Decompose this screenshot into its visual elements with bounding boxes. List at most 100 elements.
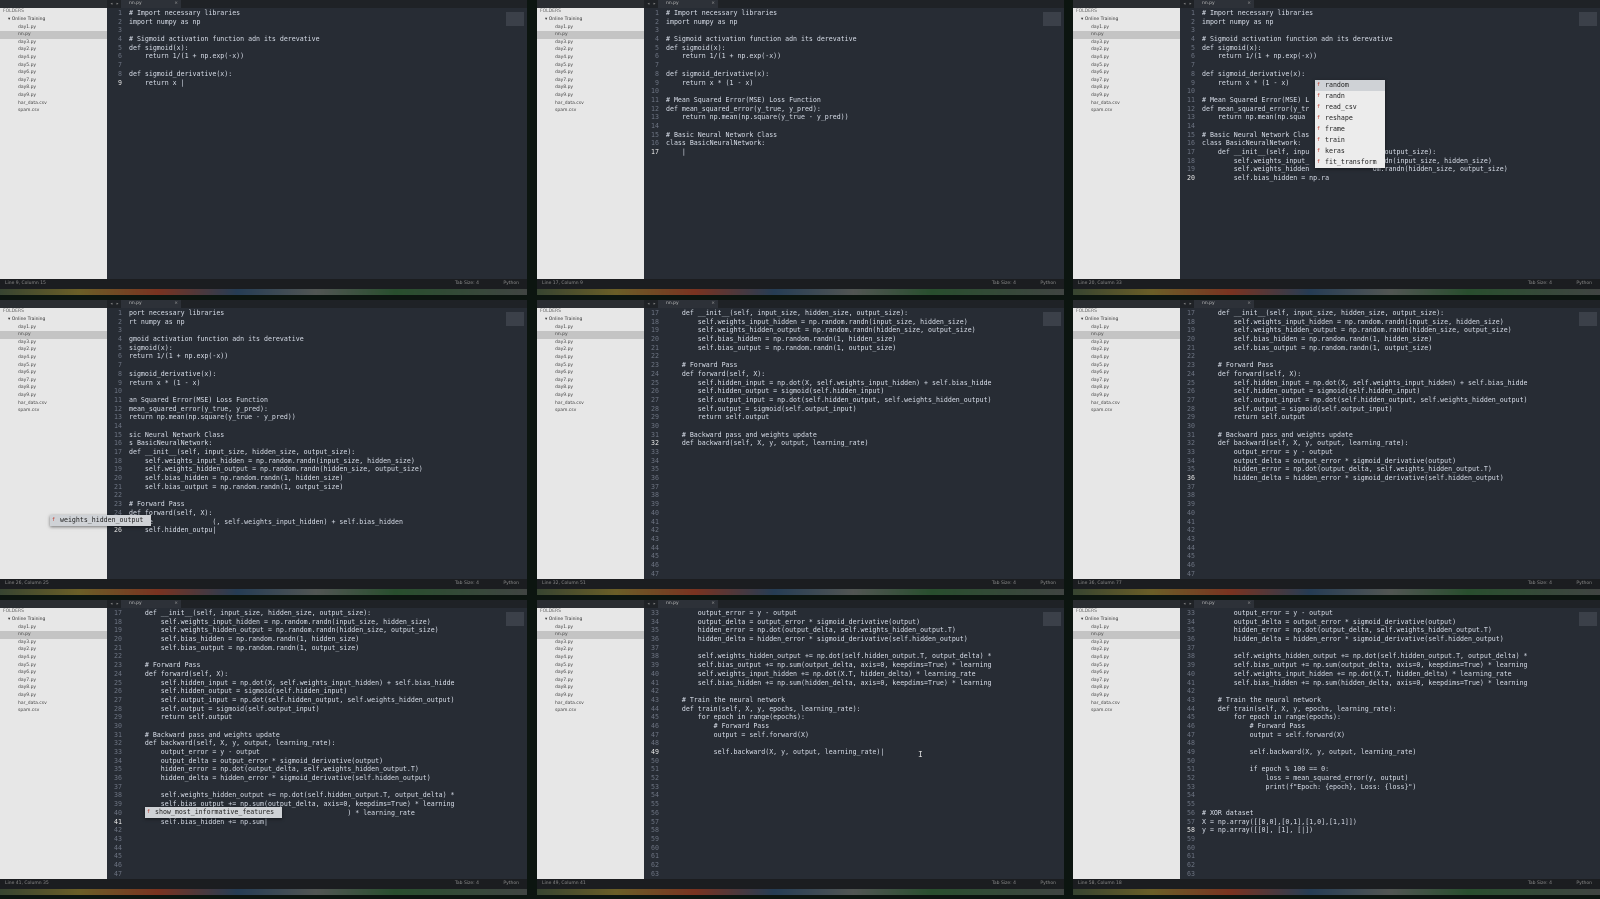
sidebar-file-item[interactable]: day6.py — [0, 369, 107, 377]
tab-nn-py[interactable]: nn.py × — [121, 0, 181, 8]
folder-online-training[interactable]: ▾ Online Training — [537, 316, 644, 324]
sidebar-file-item[interactable]: day4.py — [0, 54, 107, 62]
sidebar-file-item[interactable]: day3.py — [537, 339, 644, 347]
folder-online-training[interactable]: ▾ Online Training — [0, 616, 107, 624]
folder-online-training[interactable]: ▾ Online Training — [537, 16, 644, 24]
tab-nn-py[interactable]: nn.py × — [1194, 0, 1254, 8]
sidebar-file-item[interactable]: day6.py — [537, 369, 644, 377]
sidebar-file-item[interactable]: day5.py — [537, 662, 644, 670]
sidebar-file-item[interactable]: spam.csv — [0, 107, 107, 115]
sidebar-file-item[interactable]: spam.csv — [0, 707, 107, 715]
sidebar-file-item[interactable]: day9.py — [1073, 692, 1180, 700]
sidebar-file-item[interactable]: day5.py — [0, 662, 107, 670]
sidebar-file-item[interactable]: day5.py — [1073, 662, 1180, 670]
sidebar-file-item[interactable]: day4.py — [1073, 354, 1180, 362]
minimap[interactable] — [1579, 12, 1597, 26]
sidebar-file-item[interactable]: day6.py — [1073, 69, 1180, 77]
tab-nn-py[interactable]: nn.py × — [658, 600, 718, 608]
sidebar-file-item[interactable]: nn.py — [0, 631, 107, 639]
sidebar-file-item[interactable]: day6.py — [0, 69, 107, 77]
sidebar-file-item[interactable]: day5.py — [537, 62, 644, 70]
sidebar-file-item[interactable]: day9.py — [537, 692, 644, 700]
sidebar-file-item[interactable]: day7.py — [1073, 77, 1180, 85]
sidebar-file-item[interactable]: day9.py — [1073, 92, 1180, 100]
status-syntax[interactable]: Python — [1040, 879, 1056, 889]
sidebar-file-item[interactable]: day5.py — [0, 62, 107, 70]
sidebar-file-item[interactable]: day3.py — [0, 39, 107, 47]
minimap[interactable] — [1043, 612, 1061, 626]
tab-close-icon[interactable]: × — [1247, 0, 1251, 8]
tab-nn-py[interactable]: nn.py × — [658, 300, 718, 308]
sidebar-file-item[interactable]: day6.py — [537, 69, 644, 77]
tab-nn-py[interactable]: nn.py × — [1194, 600, 1254, 608]
sidebar-file-item[interactable]: day5.py — [0, 362, 107, 370]
sidebar-file-item[interactable]: day4.py — [537, 354, 644, 362]
tab-nn-py[interactable]: nn.py × — [121, 300, 181, 308]
minimap[interactable] — [1043, 312, 1061, 326]
sidebar-file-item[interactable]: day3.py — [537, 39, 644, 47]
code-editor[interactable]: 33 output_error = y - output 34 output_de… — [644, 609, 1044, 879]
sidebar-file-item[interactable]: har_data.csv — [537, 400, 644, 408]
sidebar-file-item[interactable]: day6.py — [537, 669, 644, 677]
status-tab-size[interactable]: Tab Size: 4 — [992, 579, 1016, 589]
tab-close-icon[interactable]: × — [1247, 600, 1251, 608]
sidebar-file-item[interactable]: day2.py — [1073, 346, 1180, 354]
autocomplete-item[interactable]: f randn — [1315, 91, 1385, 102]
sidebar-file-item[interactable]: day1.py — [537, 624, 644, 632]
code-editor[interactable]: 1 # Import necessary libraries 2 import num… — [107, 9, 507, 279]
sidebar-file-item[interactable]: day7.py — [537, 77, 644, 85]
sidebar-file-item[interactable]: day1.py — [0, 24, 107, 32]
sidebar-file-item[interactable]: nn.py — [537, 331, 644, 339]
status-tab-size[interactable]: Tab Size: 4 — [455, 579, 479, 589]
sidebar-file-item[interactable]: har_data.csv — [1073, 100, 1180, 108]
status-syntax[interactable]: Python — [503, 879, 519, 889]
nav-arrows-icon[interactable]: ◂ ▸ — [110, 600, 119, 608]
autocomplete-item[interactable]: f show_most_informative_features — [145, 807, 283, 818]
sidebar-file-item[interactable]: day9.py — [0, 692, 107, 700]
sidebar-file-item[interactable]: day9.py — [1073, 392, 1180, 400]
sidebar-file-item[interactable]: day1.py — [0, 624, 107, 632]
sidebar-file-item[interactable]: nn.py — [1073, 331, 1180, 339]
tab-close-icon[interactable]: × — [1247, 300, 1251, 308]
sidebar-file-item[interactable]: day7.py — [537, 377, 644, 385]
status-syntax[interactable]: Python — [1576, 279, 1592, 289]
status-syntax[interactable]: Python — [1040, 279, 1056, 289]
sidebar-file-item[interactable]: spam.csv — [537, 407, 644, 415]
sidebar-file-item[interactable]: har_data.csv — [0, 400, 107, 408]
code-editor[interactable]: 1 # Import necessary libraries 2 import num… — [644, 9, 1044, 279]
sidebar-file-item[interactable]: day9.py — [537, 392, 644, 400]
sidebar-file-item[interactable]: day1.py — [1073, 24, 1180, 32]
status-syntax[interactable]: Python — [503, 579, 519, 589]
sidebar-file-item[interactable]: nn.py — [0, 31, 107, 39]
sidebar-file-item[interactable]: day7.py — [537, 677, 644, 685]
autocomplete-item[interactable]: f frame — [1315, 124, 1385, 135]
code-editor[interactable]: 33 output_error = y - output 34 output_de… — [1180, 609, 1580, 879]
sidebar-file-item[interactable]: day9.py — [537, 92, 644, 100]
sidebar-file-item[interactable]: day4.py — [1073, 654, 1180, 662]
sidebar-file-item[interactable]: day7.py — [0, 677, 107, 685]
sidebar-file-item[interactable]: day4.py — [537, 54, 644, 62]
sidebar-file-item[interactable]: day6.py — [1073, 669, 1180, 677]
minimap[interactable] — [506, 312, 524, 326]
sidebar-file-item[interactable]: day8.py — [1073, 384, 1180, 392]
sidebar-file-item[interactable]: har_data.csv — [1073, 400, 1180, 408]
sidebar-file-item[interactable]: har_data.csv — [537, 100, 644, 108]
status-tab-size[interactable]: Tab Size: 4 — [1528, 579, 1552, 589]
sidebar-file-item[interactable]: day8.py — [1073, 684, 1180, 692]
tab-close-icon[interactable]: × — [174, 600, 178, 608]
sidebar-file-item[interactable]: day8.py — [537, 384, 644, 392]
sidebar-file-item[interactable]: day1.py — [0, 324, 107, 332]
sidebar-file-item[interactable]: day3.py — [1073, 639, 1180, 647]
sidebar-file-item[interactable]: har_data.csv — [0, 700, 107, 708]
sidebar-file-item[interactable]: day2.py — [537, 46, 644, 54]
autocomplete-popup[interactable]: f random f randn f read_csv f reshape f frame f tra… — [1315, 80, 1385, 168]
sidebar-file-item[interactable]: day2.py — [537, 646, 644, 654]
sidebar-file-item[interactable]: day8.py — [0, 384, 107, 392]
sidebar-file-item[interactable]: day8.py — [537, 684, 644, 692]
status-syntax[interactable]: Python — [1576, 579, 1592, 589]
tab-close-icon[interactable]: × — [174, 300, 178, 308]
autocomplete-item[interactable]: f keras — [1315, 146, 1385, 157]
sidebar-file-item[interactable]: day9.py — [0, 392, 107, 400]
code-editor[interactable]: 1 port necessary libraries 2 rt numpy as np… — [107, 309, 507, 579]
sidebar-file-item[interactable]: day8.py — [537, 84, 644, 92]
